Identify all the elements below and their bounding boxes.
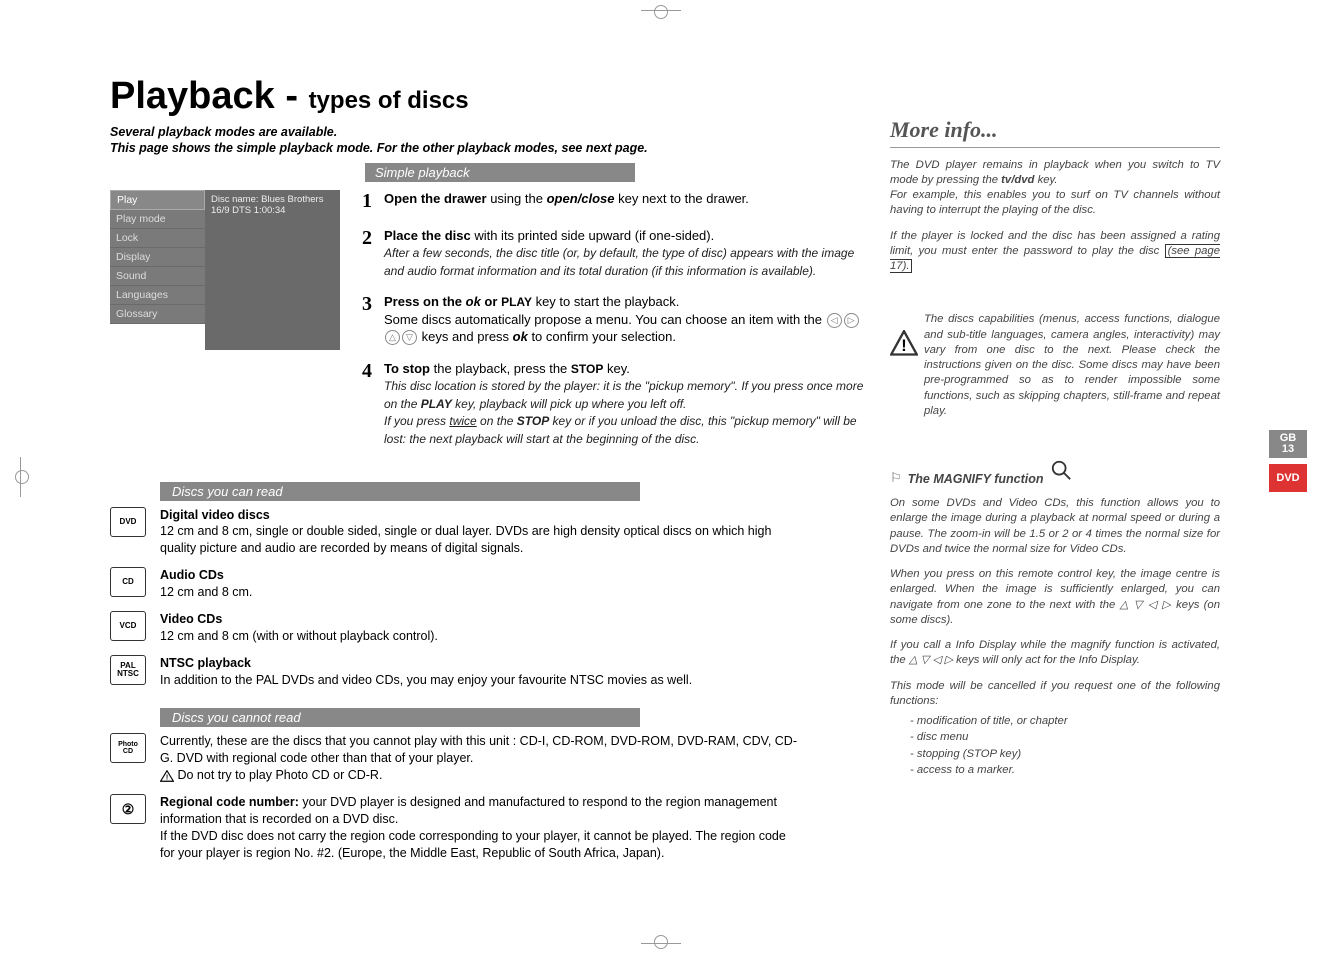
osd-menu-item: Sound [110,267,205,286]
step-number: 4 [362,360,384,448]
step-body: To stop the playback, press the STOP key… [384,360,870,448]
osd-menu-item: Lock [110,229,205,248]
tab-dvd: DVD [1269,464,1307,492]
info-tvdvd: The DVD player remains in playback when … [890,158,1220,219]
magnify-p3: If you call a Info Display while the mag… [890,638,1220,669]
magnify-p2: When you press on this remote control ke… [890,567,1220,628]
crop-mark-bottom [641,924,681,944]
osd-menu-item: Languages [110,286,205,305]
osd-menu-item: Play mode [110,210,205,229]
osd-menu-item: Display [110,248,205,267]
magnify-cancel-list: - modification of title, or chapter- dis… [910,713,1220,779]
section-discs-you-can-read: Discs you can read [160,482,640,501]
step-body: Open the drawer using the open/close key… [384,190,870,213]
osd-menu-item: Play [110,190,205,210]
disc-type-text: Audio CDs12 cm and 8 cm. [160,567,252,601]
list-item: - disc menu [910,729,1220,745]
step-body: Place the disc with its printed side upw… [384,227,870,280]
step: 2Place the disc with its printed side up… [362,227,870,280]
photo-cd-icon: PhotoCD [110,733,146,763]
disc-type-block: CD Audio CDs12 cm and 8 cm. [110,567,870,601]
crop-mark-top [641,10,681,30]
disc-type-block: VCD Video CDs12 cm and 8 cm (with or with… [110,611,870,645]
tab-gb: GB13 [1269,430,1307,458]
disc-type-text: Digital video discs12 cm and 8 cm, singl… [160,507,800,558]
osd-disc-info: 16/9 DTS 1:00:34 [211,205,334,217]
disc-capabilities-warning: The discs capabilities (menus, access fu… [924,312,1220,419]
step: 1Open the drawer using the open/close ke… [362,190,870,213]
section-simple-playback: Simple playback [365,163,635,182]
right-icon: ▷ [844,313,859,328]
osd-menu-illustration: PlayPlay modeLockDisplaySoundLanguagesGl… [110,190,340,350]
side-tabs: GB13 DVD [1269,430,1307,492]
list-item: - modification of title, or chapter [910,713,1220,729]
magnify-icon [1050,459,1072,486]
step: 3Press on the ok or PLAY key to start th… [362,293,870,346]
up-icon: △ [385,330,400,345]
magnify-p4: This mode will be cancelled if you reque… [890,679,1220,710]
disc-format-icon: CD [110,567,146,597]
svg-text:!: ! [166,774,168,781]
osd-disc-name: Disc name: Blues Brothers [211,194,334,206]
flag-icon: ⚐ [890,470,902,486]
step: 4To stop the playback, press the STOP ke… [362,360,870,448]
region-code-icon: ② [110,794,146,824]
step-body: Press on the ok or PLAY key to start the… [384,293,870,346]
svg-text:!: ! [901,337,906,355]
cannot-read-text: Currently, these are the discs that you … [160,733,800,784]
more-info-title: More info... [890,117,1220,148]
down-icon: ▽ [402,330,417,345]
step-number: 2 [362,227,384,280]
magnify-heading: The MAGNIFY function [908,472,1044,486]
disc-format-icon: DVD [110,507,146,537]
disc-type-text: NTSC playbackIn addition to the PAL DVDs… [160,655,692,689]
disc-type-block: PALNTSC NTSC playbackIn addition to the P… [110,655,870,689]
disc-format-icon: PALNTSC [110,655,146,685]
page-title: Playback - types of discs [110,75,1240,118]
left-icon: ◁ [827,313,842,328]
disc-type-text: Video CDs12 cm and 8 cm (with or without… [160,611,438,645]
warning-icon: ! [160,770,174,782]
magnify-p1: On some DVDs and Video CDs, this functio… [890,496,1220,557]
regional-code-text: Regional code number: your DVD player is… [160,794,800,862]
disc-type-block: DVD Digital video discs12 cm and 8 cm, si… [110,507,870,558]
info-lock: If the player is locked and the disc has… [890,229,1220,275]
section-discs-you-cannot-read: Discs you cannot read [160,708,640,727]
step-number: 1 [362,190,384,213]
osd-menu-item: Glossary [110,305,205,324]
crop-mark-left [20,457,40,497]
list-item: - stopping (STOP key) [910,746,1220,762]
warning-triangle-icon: ! [890,330,918,419]
list-item: - access to a marker. [910,762,1220,778]
disc-format-icon: VCD [110,611,146,641]
step-number: 3 [362,293,384,346]
